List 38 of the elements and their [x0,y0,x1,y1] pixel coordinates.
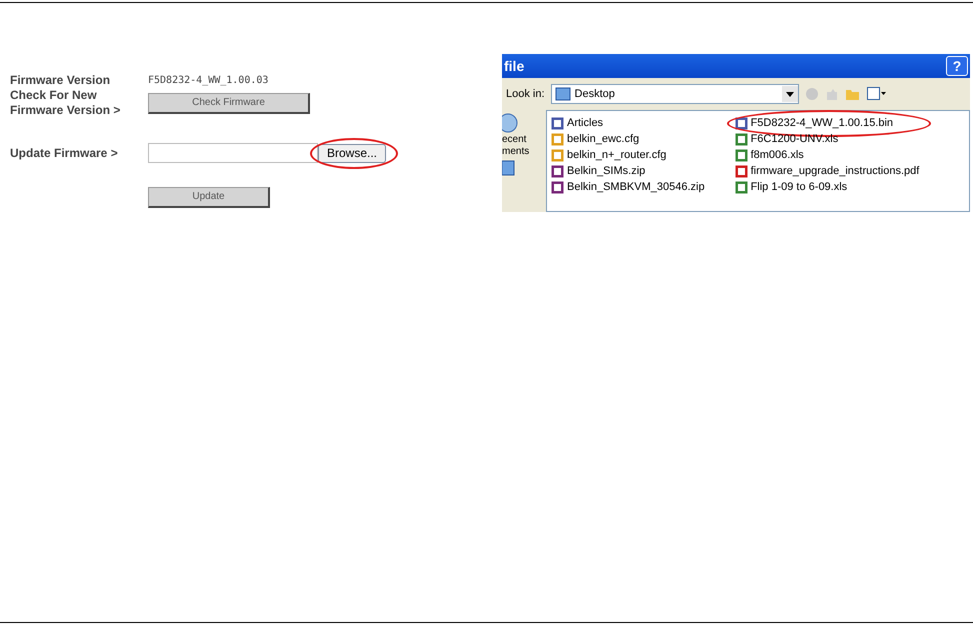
file-name[interactable]: F5D8232-4_WW_1.00.15.bin [750,117,894,129]
file-icon [551,116,564,130]
firmware-button[interactable]: Check Firmware [148,92,310,114]
file-name[interactable]: belkin_n+_router.cfg [567,149,666,161]
browse-button[interactable]: Browse... [318,144,386,162]
file-icon [734,148,748,162]
file-name[interactable]: Articles [567,117,604,129]
file-icon [734,164,748,178]
help-button[interactable]: ? [946,56,968,76]
caret-icon [786,92,794,96]
file-icon [734,132,748,146]
file-name[interactable]: Belkin_SMBKVM_30546.zip [567,181,705,193]
new-folder-icon[interactable] [844,87,861,101]
view-menu-icon[interactable] [866,87,887,101]
file-icon [551,180,564,194]
file-icon [551,132,564,146]
place-label: ments [502,146,530,158]
field-label: Update Firmware > [10,144,119,162]
file-icon [551,164,564,178]
place-label: ecent [502,134,526,146]
file-icon [734,180,748,194]
field-label: Check For New Firmware Version > [10,88,122,118]
look-in-dropdown[interactable]: Desktop [550,84,799,104]
firmware-version: F5D8232-4_WW_1.00.03 [148,74,268,86]
file-name[interactable]: Flip 1-09 to 6-09.xls [750,181,848,193]
file-name[interactable]: F6C1200-UNV.xls [750,133,838,145]
file-name[interactable]: Belkin_SIMs.zip [567,165,646,177]
file-name[interactable]: firmware_upgrade_instructions.pdf [750,165,920,177]
desktop-icon [554,86,571,102]
file-path-field[interactable] [148,143,318,163]
look-in-label: Look in: [506,88,545,100]
file-icon [551,148,564,162]
file-name[interactable]: f8m006.xls [750,149,804,161]
dialog-title: file [504,58,524,74]
file-icon [734,116,748,130]
field-label: Firmware Version [10,72,112,88]
firmware-button[interactable]: Update [148,186,270,208]
file-name[interactable]: belkin_ewc.cfg [567,133,640,145]
